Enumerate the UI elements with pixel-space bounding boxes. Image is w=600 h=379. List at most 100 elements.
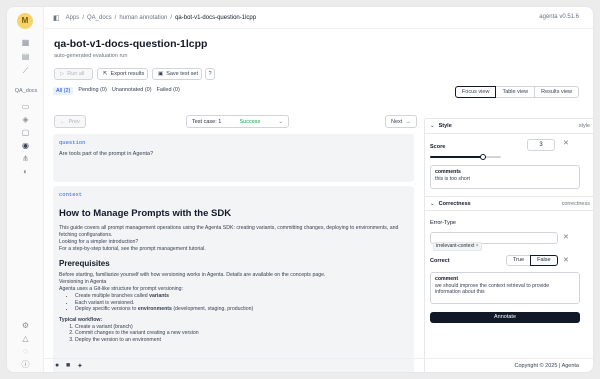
question-icon: ? <box>208 71 212 77</box>
testsets-icon[interactable]: ▤ <box>20 51 31 62</box>
view-tabs: Focus view Table view Results view <box>454 86 579 98</box>
overview-icon[interactable]: ▭ <box>20 101 31 112</box>
page-title: qa-bot-v1-docs-question-1lcpp <box>54 38 208 50</box>
context-tutorial: For a step-by-step tutorial, see the pro… <box>59 246 206 252</box>
play-icon: ▷ <box>60 71 65 77</box>
info-icon[interactable]: ⓘ <box>20 359 31 370</box>
context-intro: This guide covers all prompt management … <box>59 225 399 238</box>
prereq-heading: Prerequisites <box>59 259 110 268</box>
breadcrumb-run: qa-bot-v1-docs-question-1lcpp <box>175 15 257 21</box>
chip-close-icon[interactable]: × <box>476 243 479 249</box>
deployments-icon[interactable]: ◐ <box>20 166 31 177</box>
save-icon: ▣ <box>158 71 164 77</box>
next-button[interactable]: Next → <box>385 115 417 128</box>
linkedin-icon[interactable]: ■ <box>66 362 70 369</box>
analytics-icon[interactable]: ⟋ <box>20 65 31 76</box>
score-slider-handle[interactable] <box>480 154 487 160</box>
chevron-down-icon: ⌄ <box>430 123 435 129</box>
prereq-text: Before starting, familiarize yourself wi… <box>59 272 326 278</box>
context-heading: How to Manage Prompts with the SDK <box>59 208 232 219</box>
clear-error-type-icon[interactable]: ✕ <box>563 233 569 241</box>
style-section-header[interactable]: ⌄ Style style <box>425 119 593 134</box>
chevron-down-icon: ⌄ <box>430 200 435 207</box>
breadcrumb-apps[interactable]: Apps <box>66 15 80 21</box>
breadcrumb-evaluation[interactable]: human annotation <box>119 15 167 21</box>
score-input[interactable]: 3 <box>527 139 555 151</box>
annotate-button[interactable]: Annotate <box>430 312 580 323</box>
correct-label: Correct <box>430 258 450 264</box>
testcase-panel: ← Prev Test case: 1 Success ⌄ Next → quest… <box>53 107 417 372</box>
annotation-panel: ⌄ Style style Score 3 ✕ comments this is… <box>424 118 593 372</box>
footer: ● ■ ✦ Copyright © 2025 | Agenta <box>44 358 593 372</box>
question-label: question <box>59 139 86 146</box>
evaluations-icon[interactable]: ◉ <box>20 140 31 151</box>
score-label: Score <box>430 144 446 150</box>
score-slider[interactable] <box>430 154 501 160</box>
style-comment-box[interactable]: comments this is too short <box>430 165 580 189</box>
filter-pending[interactable]: Pending (0) <box>78 87 106 95</box>
main-content: qa-bot-v1-docs-question-1lcpp auto-gener… <box>44 29 593 372</box>
registry-icon[interactable]: ▢ <box>20 127 31 138</box>
help-button[interactable]: ? <box>205 68 215 80</box>
list-item: Deploy specific versions to environments… <box>75 306 408 313</box>
status-badge: Success <box>239 118 261 125</box>
page-subtitle: auto-generated evaluation run <box>54 53 128 59</box>
testcase-select[interactable]: Test case: 1 Success ⌄ <box>186 115 289 128</box>
settings-icon[interactable]: ⚙ <box>20 320 31 331</box>
correct-toggle: True False <box>506 255 558 266</box>
alert-icon[interactable]: △ <box>20 333 31 344</box>
run-all-button[interactable]: ▷ Run all <box>54 68 93 80</box>
copyright: Copyright © 2025 | Agenta <box>514 363 580 369</box>
list-item: Deploy the version to an environment <box>75 337 408 344</box>
chevron-down-icon: ⌄ <box>278 118 283 125</box>
org-avatar[interactable]: M <box>17 13 33 29</box>
score-slider-fill <box>430 156 484 158</box>
top-bar: ◧ Apps / QA_docs / human annotation / qa-bo… <box>44 7 593 29</box>
filter-unannotated[interactable]: Unannotated (0) <box>112 87 152 95</box>
sidebar-section-label: QA_docs <box>14 88 38 94</box>
version-label: agenta v0.51.6 <box>539 14 579 20</box>
playground-icon[interactable]: ◈ <box>20 114 31 125</box>
status-filters: All (2) Pending (0) Unannotated (0) Fail… <box>53 87 180 95</box>
workflow-title: Typical workflow: <box>59 316 103 323</box>
error-type-label: Error-Type <box>430 220 456 226</box>
breadcrumb: ◧ Apps / QA_docs / human annotation / qa-bo… <box>53 14 257 22</box>
tab-focus-view[interactable]: Focus view <box>454 86 497 98</box>
filter-failed[interactable]: Failed (0) <box>157 87 180 95</box>
correctness-section-header[interactable]: ⌄ Correctness correctness <box>425 196 593 211</box>
export-results-button[interactable]: ⇱ Export results <box>97 68 148 80</box>
apps-icon[interactable]: ▦ <box>20 37 31 48</box>
tab-table-view[interactable]: Table view <box>495 86 536 98</box>
arrow-left-icon: ← <box>60 118 66 125</box>
twitter-icon[interactable]: ✦ <box>77 362 83 370</box>
true-option[interactable]: True <box>506 255 532 266</box>
tab-results-view[interactable]: Results view <box>534 86 579 98</box>
clear-correct-icon[interactable]: ✕ <box>563 256 569 264</box>
question-card: question Are tools part of the prompt in… <box>53 134 414 182</box>
false-option[interactable]: False <box>530 255 558 266</box>
testcase-label: Test case: 1 <box>192 118 222 125</box>
app-window: M ▦ ▤ ⟋ QA_docs ▭ ◈ ▢ ◉ ⋔ ◐ ⚙ △ ◌ ⓘ ◧ Ap… <box>6 6 594 373</box>
sidebar: M ▦ ▤ ⟋ QA_docs ▭ ◈ ▢ ◉ ⋔ ◐ ⚙ △ ◌ ⓘ <box>7 7 44 372</box>
context-card: context How to Manage Prompts with the S… <box>53 186 414 372</box>
help-icon[interactable]: ◌ <box>20 346 31 357</box>
context-simpler: Looking for a simpler introduction? <box>59 239 139 245</box>
testcase-nav: ← Prev Test case: 1 Success ⌄ Next → <box>53 115 417 128</box>
correctness-comment-box[interactable]: comment we should improve the context re… <box>430 272 580 304</box>
versioning-title: Versioning in Agenta <box>59 279 107 285</box>
export-icon: ⇱ <box>103 71 108 77</box>
versioning-text: Agenta uses a Git-like structure for pro… <box>59 286 183 292</box>
error-type-chip: irrelevant-context × <box>433 242 482 251</box>
prev-button[interactable]: ← Prev <box>54 115 86 128</box>
observability-icon[interactable]: ⋔ <box>20 153 31 164</box>
error-type-select[interactable]: irrelevant-context × <box>430 232 558 251</box>
clear-score-icon[interactable]: ✕ <box>563 139 569 147</box>
github-icon[interactable]: ● <box>55 362 59 369</box>
breadcrumb-app[interactable]: QA_docs <box>87 15 112 21</box>
collapse-sidebar-icon[interactable]: ◧ <box>53 14 60 22</box>
workflow-list: Create a variant (branch) Commit changes… <box>75 324 408 344</box>
filter-all[interactable]: All (2) <box>53 87 74 95</box>
save-test-set-button[interactable]: ▣ Save test set <box>152 68 202 80</box>
question-text: Are tools part of the prompt in Agenta? <box>59 151 154 157</box>
versioning-list: Create multiple branches called variants… <box>75 293 408 313</box>
